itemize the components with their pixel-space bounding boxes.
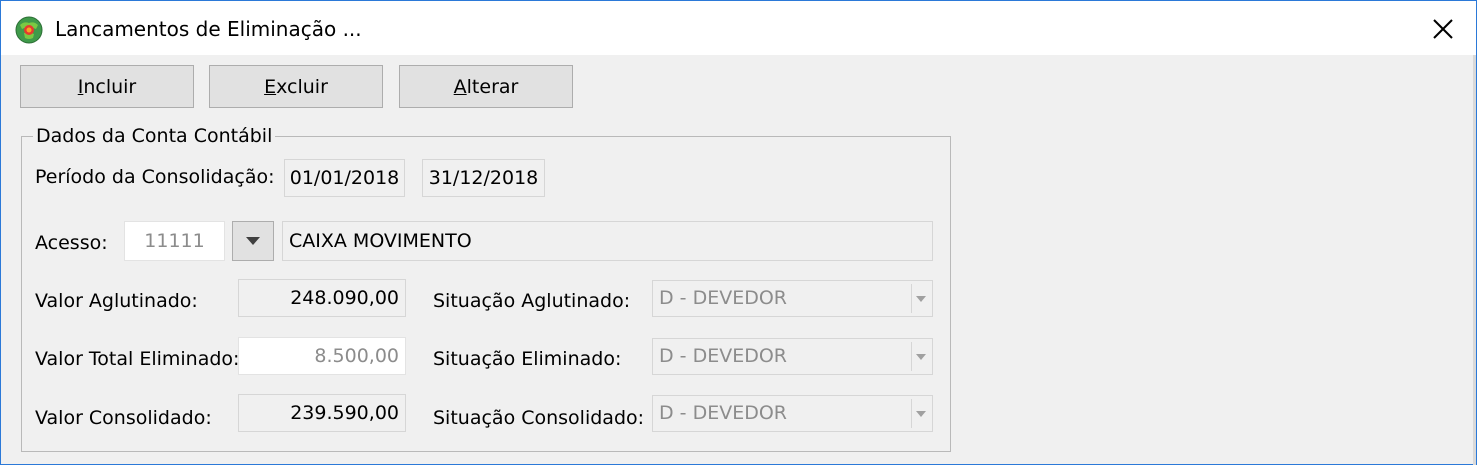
incluir-label-post: ncluir xyxy=(83,75,137,98)
acesso-dropdown-button[interactable] xyxy=(232,221,274,261)
chevron-down-icon xyxy=(911,342,930,371)
valor-aglutinado-field[interactable]: 248.090,00 xyxy=(238,279,406,317)
excluir-label-mnemonic: E xyxy=(264,75,277,98)
situacao-aglutinado-label: Situação Aglutinado: xyxy=(433,290,631,312)
chevron-down-icon xyxy=(911,284,930,313)
groupbox-legend: Dados da Conta Contábil xyxy=(33,123,276,149)
situacao-consolidado-value: D - DEVEDOR xyxy=(659,402,787,424)
alterar-label-mnemonic: A xyxy=(453,75,467,98)
alterar-label-post: lterar xyxy=(466,75,519,98)
dialog-window: Lancamentos de Eliminação ... Incluir Ex… xyxy=(0,0,1477,465)
periodo-inicio-field[interactable]: 01/01/2018 xyxy=(284,159,405,197)
acesso-label: Acesso: xyxy=(35,232,108,254)
incluir-button[interactable]: Incluir xyxy=(20,65,194,108)
periodo-label: Período da Consolidação: xyxy=(35,166,275,188)
acesso-descricao-field[interactable]: CAIXA MOVIMENTO xyxy=(282,221,933,261)
valor-eliminado-label: Valor Total Eliminado: xyxy=(35,348,240,370)
acesso-codigo-field[interactable]: 11111 xyxy=(124,221,225,261)
situacao-aglutinado-value: D - DEVEDOR xyxy=(659,287,787,309)
valor-aglutinado-label: Valor Aglutinado: xyxy=(35,290,198,312)
situacao-aglutinado-select[interactable]: D - DEVEDOR xyxy=(652,280,933,317)
window-title: Lancamentos de Eliminação ... xyxy=(55,17,362,41)
close-button[interactable] xyxy=(1420,9,1466,49)
situacao-eliminado-value: D - DEVEDOR xyxy=(659,345,787,367)
close-icon xyxy=(1433,19,1453,39)
alterar-button[interactable]: Alterar xyxy=(399,65,573,108)
valor-consolidado-label: Valor Consolidado: xyxy=(35,407,212,429)
excluir-button[interactable]: Excluir xyxy=(209,65,383,108)
chevron-down-icon xyxy=(911,399,930,428)
title-bar: Lancamentos de Eliminação ... xyxy=(1,1,1476,55)
periodo-fim-field[interactable]: 31/12/2018 xyxy=(422,159,545,197)
valor-eliminado-field[interactable]: 8.500,00 xyxy=(238,337,406,375)
excluir-label-post: xcluir xyxy=(276,75,328,98)
globe-icon xyxy=(15,16,43,44)
window-edge xyxy=(1473,55,1476,465)
situacao-consolidado-select[interactable]: D - DEVEDOR xyxy=(652,395,933,432)
chevron-down-icon xyxy=(246,237,260,245)
situacao-eliminado-label: Situação Eliminado: xyxy=(433,348,622,370)
situacao-eliminado-select[interactable]: D - DEVEDOR xyxy=(652,338,933,375)
valor-consolidado-field[interactable]: 239.590,00 xyxy=(238,394,406,432)
situacao-consolidado-label: Situação Consolidado: xyxy=(433,407,645,429)
